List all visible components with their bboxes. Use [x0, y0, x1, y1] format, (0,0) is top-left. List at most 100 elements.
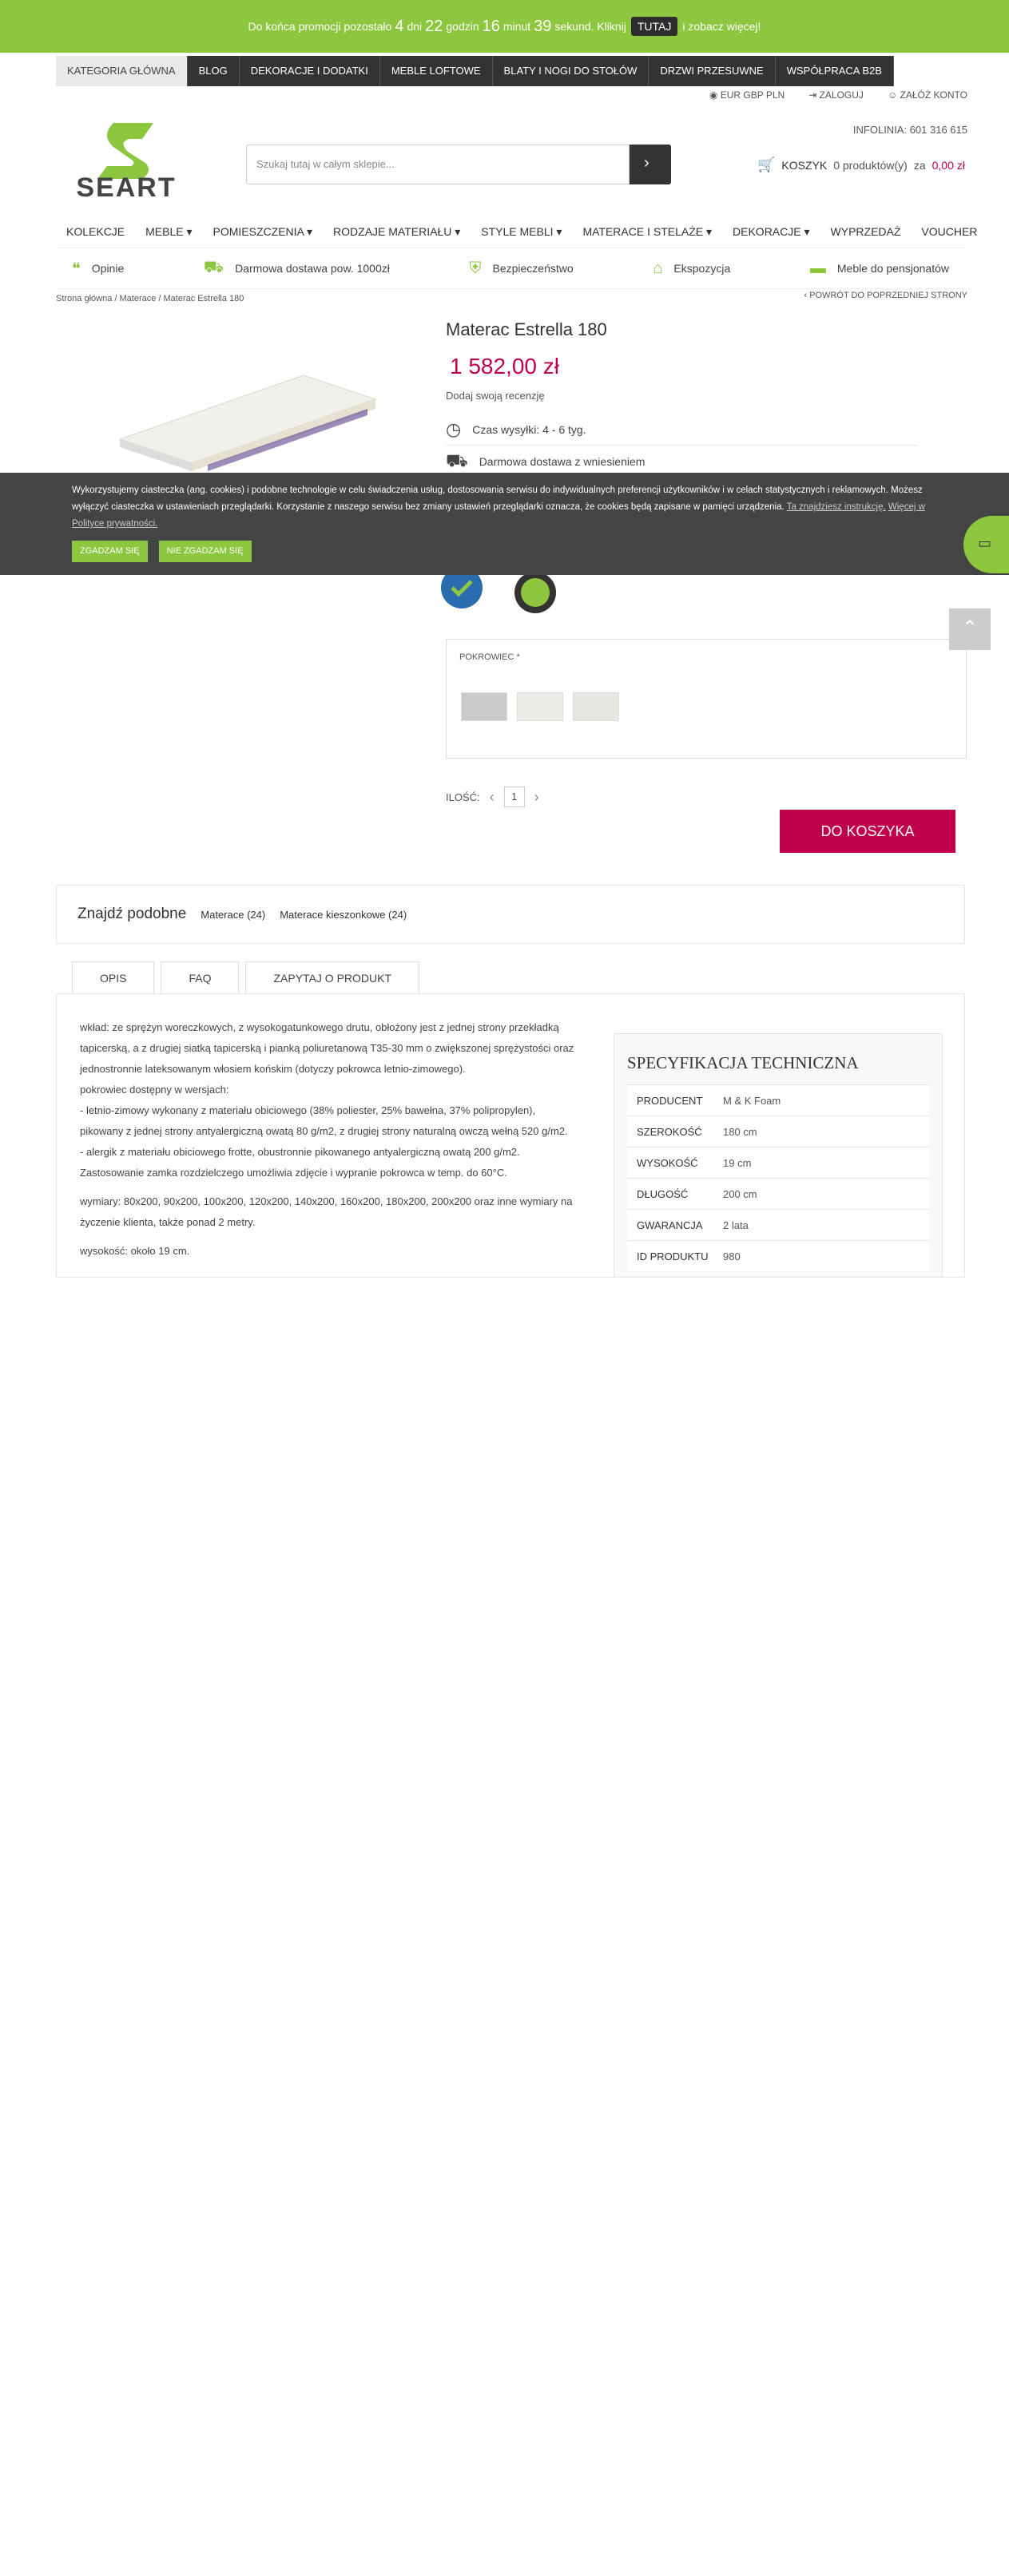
cover-swatch[interactable]	[517, 692, 563, 721]
main-nav-item[interactable]: VOUCHER	[911, 220, 987, 243]
chevron-up-icon: ⌃	[962, 617, 979, 639]
register-label: ZAŁÓŻ KONTO	[900, 89, 967, 101]
cookie-accept-button[interactable]: ZGADZAM SIĘ	[72, 541, 148, 562]
cover-selector: POKROWIEC *	[446, 639, 967, 759]
feature-label: Darmowa dostawa pow. 1000zł	[235, 262, 390, 275]
promo-suffix: i zobacz więcej!	[682, 20, 761, 33]
chat-icon: ❝	[72, 260, 81, 278]
feature-label: Ekspozycja	[673, 262, 731, 275]
quantity-decrease-icon[interactable]: ‹	[490, 789, 495, 806]
quantity-stepper: ILOŚĆ: ‹ 1 ›	[446, 787, 539, 807]
shipping-time-text: Czas wysyłki: 4 - 6 tyg.	[472, 422, 586, 436]
register-link[interactable]: ☺ ZAŁÓŻ KONTO	[888, 89, 967, 101]
search-input[interactable]: Szukaj tutaj w całym sklepie...	[246, 145, 630, 184]
spec-key: SZEROKOŚĆ	[637, 1125, 702, 1138]
top-nav-item[interactable]: KATEGORIA GŁÓWNA	[56, 56, 188, 86]
logo[interactable]: SEART	[66, 121, 187, 203]
main-nav-item[interactable]: KOLEKCJE	[56, 220, 135, 243]
store-icon: ⌂	[653, 259, 663, 277]
tab-faq[interactable]: FAQ	[161, 961, 240, 993]
top-nav-item[interactable]: DEKORACJE I DODATKI	[239, 56, 380, 86]
installments-badge[interactable]	[511, 569, 559, 616]
truck-icon: ⛟	[446, 450, 468, 470]
cookie-buttons: ZGADZAM SIĘ NIE ZGADZAM SIĘ	[72, 541, 953, 562]
shipping-time: ◷ Czas wysyłki: 4 - 6 tyg.	[446, 414, 917, 446]
spec-row: DŁUGOŚĆ 200 cm	[627, 1178, 929, 1209]
top-nav-item[interactable]: DRZWI PRZESUWNE	[649, 56, 776, 86]
currency-switcher[interactable]: ◉ EUR GBP PLN	[709, 89, 785, 101]
promo-hours-label: godzin	[446, 20, 479, 33]
main-nav-item[interactable]: WYPRZEDAŻ	[820, 220, 912, 243]
feature-ekspozycja[interactable]: ⌂ Ekspozycja	[653, 260, 730, 278]
spec-row: SZEROKOŚĆ 180 cm	[627, 1116, 929, 1147]
login-link[interactable]: ⇥ ZALOGUJ	[808, 89, 864, 101]
spec-key: GWARANCJA	[637, 1219, 703, 1231]
mattress-image	[118, 375, 377, 471]
main-nav-item[interactable]: POMIESZCZENIA ▾	[203, 220, 324, 243]
back-link[interactable]: ‹ POWRÓT DO POPRZEDNIEJ STRONY	[804, 291, 967, 300]
spec-row: ID PRODUKTU 980	[627, 1240, 929, 1271]
cover-swatch[interactable]	[461, 692, 507, 721]
description-paragraph: - letnio-zimowy wykonany z materiału obi…	[80, 1104, 568, 1137]
top-nav-item[interactable]: BLOG	[187, 56, 240, 86]
quantity-increase-icon[interactable]: ›	[534, 789, 539, 806]
promo-bar: Do końca promocji pozostało 4 dni 22 god…	[0, 0, 1009, 53]
promo-days-label: dni	[407, 20, 423, 33]
main-nav-item[interactable]: DEKORACJE ▾	[722, 220, 820, 243]
main-nav-item[interactable]: RODZAJE MATERIAŁU ▾	[323, 220, 471, 243]
promo-minutes-label: minut	[503, 20, 531, 33]
feature-bezpieczenstwo[interactable]: ⛨ Bezpieczeństwo	[470, 260, 574, 278]
chevron-right-icon: ›	[644, 154, 649, 172]
main-nav-item[interactable]: STYLE MEBLI ▾	[471, 220, 572, 243]
bed-icon: ▬	[809, 259, 826, 277]
breadcrumb[interactable]: Strona główna / Materace / Materac Estre…	[56, 294, 244, 303]
spec-row: PRODUCENT M & K Foam	[627, 1084, 929, 1116]
scroll-to-top-button[interactable]: ⌃	[949, 608, 991, 650]
product-image[interactable]	[88, 351, 391, 471]
product-tabs: OPIS FAQ ZAPYTAJ O PRODUKT	[72, 961, 420, 993]
main-nav: KOLEKCJE MEBLE ▾ POMIESZCZENIA ▾ RODZAJE…	[56, 220, 987, 243]
description-paragraph: pokrowiec dostępny w wersjach:	[80, 1084, 229, 1096]
main-nav-item[interactable]: MEBLE ▾	[135, 220, 202, 243]
add-review-link[interactable]: Dodaj swoją recenzję	[446, 390, 545, 402]
login-icon: ⇥	[808, 89, 820, 101]
feature-opinie[interactable]: ❝ Opinie	[72, 259, 124, 279]
feature-pensjonaty[interactable]: ▬ Meble do pensjonatów	[810, 260, 949, 278]
promo-seconds-label: sekund. Kliknij	[554, 20, 626, 33]
similar-link[interactable]: Materace kieszonkowe (24)	[280, 909, 407, 921]
description: wkład: ze sprężyn woreczkowych, z wysoko…	[80, 1017, 575, 1262]
spec-key: DŁUGOŚĆ	[637, 1187, 689, 1200]
feature-dostawa[interactable]: ⛟ Darmowa dostawa pow. 1000zł	[204, 259, 390, 279]
cover-label: POKROWIEC *	[459, 652, 520, 662]
tab-zapytaj[interactable]: ZAPYTAJ O PRODUKT	[245, 961, 420, 993]
user-icon: ☺	[887, 89, 900, 101]
tab-opis[interactable]: OPIS	[72, 961, 155, 993]
promo-link[interactable]: TUTAJ	[630, 17, 678, 36]
cookie-banner: Wykorzystujemy ciasteczka (ang. cookies)…	[0, 473, 1009, 575]
spec-table: SPECYFIKACJA TECHNICZNA PRODUCENT M & K F…	[614, 1033, 943, 1278]
promo-hours: 22	[425, 17, 443, 35]
top-nav-item[interactable]: MEBLE LOFTOWE	[379, 56, 493, 86]
clock-icon: ◷	[446, 418, 462, 439]
add-to-cart-button[interactable]: DO KOSZYKA	[780, 810, 955, 853]
cover-swatch[interactable]	[573, 692, 619, 721]
cart-summary[interactable]: 🛒 KOSZYK 0 produktów(y) za 0,00 zł	[757, 157, 965, 173]
search-button[interactable]: ›	[630, 145, 671, 184]
spec-value: 19 cm	[723, 1156, 752, 1169]
top-nav-item[interactable]: WSPÓŁPRACA B2B	[775, 56, 894, 86]
spec-row: GWARANCJA 2 lata	[627, 1209, 929, 1240]
quantity-input[interactable]: 1	[503, 787, 525, 807]
cookie-reject-button[interactable]: NIE ZGADZAM SIĘ	[158, 541, 252, 562]
cart-label: KOSZYK	[781, 158, 828, 172]
spec-value: 2 lata	[723, 1219, 749, 1231]
truck-icon: ⛟	[203, 258, 224, 276]
main-nav-item[interactable]: MATERACE I STELAŻE ▾	[572, 220, 722, 243]
top-nav-item[interactable]: BLATY I NOGI DO STOŁÓW	[492, 56, 649, 86]
similar-link[interactable]: Materace (24)	[201, 909, 265, 921]
promo-prefix: Do końca promocji pozostało	[248, 20, 392, 33]
feature-label: Bezpieczeństwo	[492, 262, 574, 275]
cookie-instructions-link[interactable]: Ta znajdziesz instrukcję.	[787, 502, 886, 512]
cart-total: 0,00 zł	[932, 158, 965, 172]
cart-count: 0 produktów(y)	[833, 158, 908, 172]
cart-icon: 🛒	[757, 157, 776, 172]
